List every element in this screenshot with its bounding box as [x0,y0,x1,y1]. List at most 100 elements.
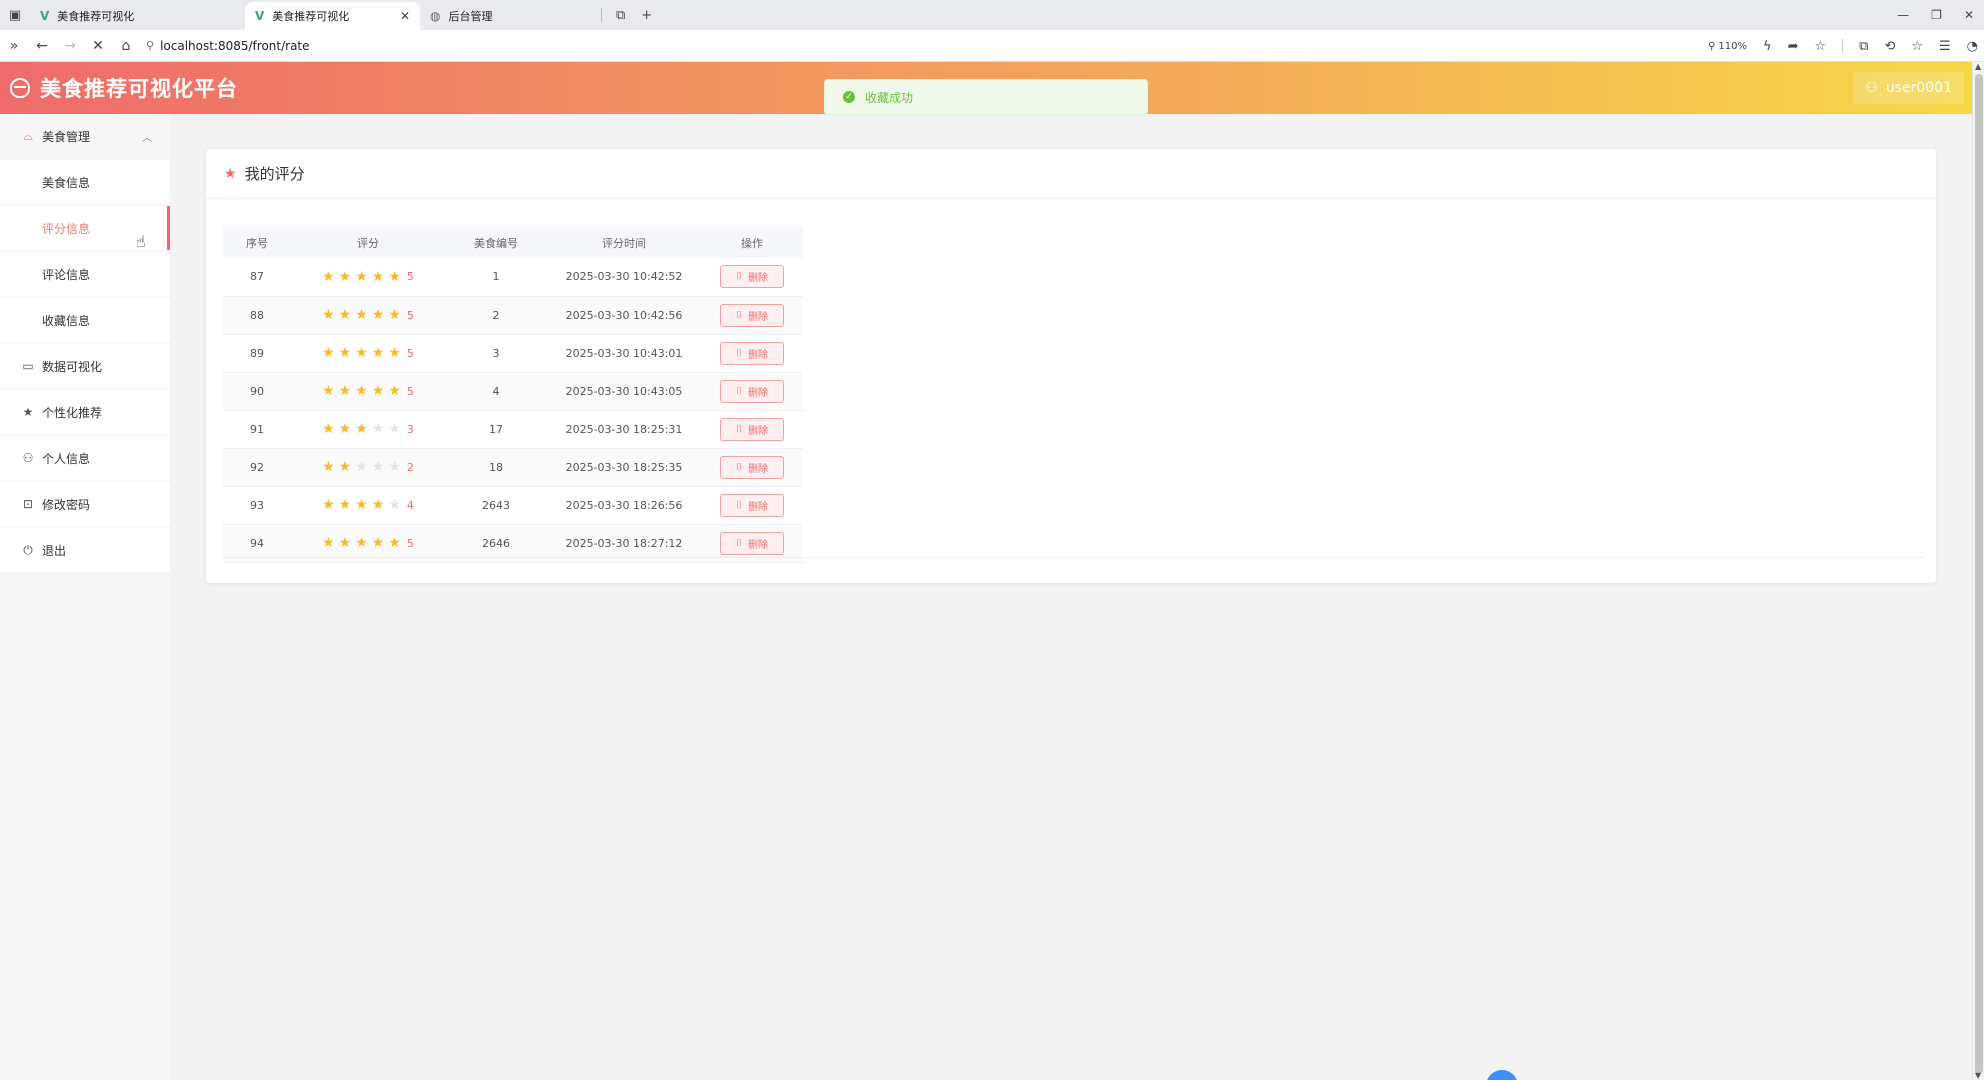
star-rating[interactable]: ★ ★ ★ ★ ★ 5 [322,535,414,551]
browser-tab[interactable]: ◍ 后台管理 [420,2,595,30]
rating-star-icon[interactable]: ★ [372,497,385,513]
tab-overview-icon[interactable]: ⧉ [616,8,625,23]
profile-icon[interactable]: ◔ [1967,39,1978,54]
bookmark-star-icon[interactable]: ☆ [1814,39,1826,54]
rating-star-icon[interactable]: ★ [372,383,385,399]
delete-button[interactable]: ⌷ 删除 [720,341,784,365]
rating-star-icon[interactable]: ★ [388,307,401,323]
delete-button[interactable]: ⌷ 删除 [720,531,784,555]
minimize-icon[interactable]: — [1897,8,1909,22]
sidebar-item-logout[interactable]: ⏻ 退出 [0,528,170,572]
forward-icon[interactable]: → [56,38,84,54]
rating-star-icon[interactable]: ★ [372,269,385,285]
rating-star-icon[interactable]: ★ [372,459,385,475]
scroll-up-icon[interactable]: ▲ [1975,62,1981,71]
extensions-icon[interactable]: ⟲ [1884,39,1895,54]
rating-star-icon[interactable]: ★ [322,421,335,437]
scrollbar-thumb[interactable] [1975,74,1983,1074]
site-info-icon[interactable]: ⚲ [146,39,154,52]
delete-button[interactable]: ⌷ 删除 [720,455,784,479]
rating-star-icon[interactable]: ★ [388,497,401,513]
floating-action-button[interactable] [1486,1070,1518,1080]
delete-button[interactable]: ⌷ 删除 [720,417,784,441]
brand[interactable]: 美食推荐可视化平台 [10,73,238,103]
rating-star-icon[interactable]: ★ [322,497,335,513]
browser-tab-active[interactable]: V 美食推荐可视化 ✕ [245,2,420,30]
rating-star-icon[interactable]: ★ [339,345,352,361]
menu-icon[interactable]: ☰ [1939,39,1951,54]
rating-star-icon[interactable]: ★ [322,345,335,361]
rating-star-icon[interactable]: ★ [355,307,368,323]
rating-star-icon[interactable]: ★ [388,345,401,361]
scroll-down-icon[interactable]: ▼ [1975,1071,1981,1080]
sidebar-item-data-visualization[interactable]: ▭ 数据可视化 [0,344,170,388]
rating-star-icon[interactable]: ★ [355,497,368,513]
rating-star-icon[interactable]: ★ [388,421,401,437]
star-rating[interactable]: ★ ★ ★ ★ ★ 3 [322,421,414,437]
rating-star-icon[interactable]: ★ [322,459,335,475]
translate-icon[interactable]: ⧉ [1859,39,1868,54]
back-icon[interactable]: ← [28,38,56,54]
url-text[interactable]: localhost:8085/front/rate [160,39,309,53]
window-close-icon[interactable]: ✕ [1964,8,1974,22]
sidebar-item-profile[interactable]: ⚇ 个人信息 [0,436,170,480]
vertical-scrollbar[interactable]: ▲ ▼ [1972,62,1984,1080]
star-rating[interactable]: ★ ★ ★ ★ ★ 4 [322,497,414,513]
rating-star-icon[interactable]: ★ [388,459,401,475]
star-rating[interactable]: ★ ★ ★ ★ ★ 5 [322,307,414,323]
stop-icon[interactable]: ✕ [84,38,112,54]
rating-star-icon[interactable]: ★ [388,269,401,285]
rating-star-icon[interactable]: ★ [339,383,352,399]
sidebar-item-recommendation[interactable]: ★ 个性化推荐 [0,390,170,434]
star-rating[interactable]: ★ ★ ★ ★ ★ 5 [322,269,414,285]
delete-button[interactable]: ⌷ 删除 [720,303,784,327]
share-icon[interactable]: ➦ [1788,39,1799,54]
rating-star-icon[interactable]: ★ [372,421,385,437]
rating-star-icon[interactable]: ★ [339,421,352,437]
user-menu[interactable]: ⚇ user0001 [1853,72,1964,104]
delete-button[interactable]: ⌷ 删除 [720,493,784,517]
rating-star-icon[interactable]: ★ [355,269,368,285]
rating-star-icon[interactable]: ★ [355,421,368,437]
rating-star-icon[interactable]: ★ [339,459,352,475]
rating-star-icon[interactable]: ★ [372,535,385,551]
rating-star-icon[interactable]: ★ [339,269,352,285]
rating-star-icon[interactable]: ★ [388,535,401,551]
close-icon[interactable]: ✕ [400,9,410,23]
rating-star-icon[interactable]: ★ [322,307,335,323]
sidebar-item-favorite-info[interactable]: 收藏信息 [0,298,170,342]
delete-button[interactable]: ⌷ 删除 [720,379,784,403]
sidebar-item-food-info[interactable]: 美食信息 [0,160,170,204]
cell-time: 2025-03-30 18:26:56 [547,486,701,525]
star-rating[interactable]: ★ ★ ★ ★ ★ 5 [322,345,414,361]
expand-icon[interactable]: » [0,38,28,54]
rating-star-icon[interactable]: ★ [322,535,335,551]
rating-star-icon[interactable]: ★ [355,535,368,551]
sidebar-item-comment-info[interactable]: 评论信息 [0,252,170,296]
rating-star-icon[interactable]: ★ [322,383,335,399]
rating-star-icon[interactable]: ★ [339,497,352,513]
sidebar-toggle-icon[interactable]: ▣ [0,0,30,30]
browser-tab[interactable]: V 美食推荐可视化 [30,2,230,30]
rating-star-icon[interactable]: ★ [372,345,385,361]
new-tab-icon[interactable]: + [641,8,652,23]
rating-star-icon[interactable]: ★ [322,269,335,285]
zoom-indicator[interactable]: ⚲ 110% [1708,41,1747,52]
lightning-icon[interactable]: ϟ [1763,39,1772,54]
restore-icon[interactable]: ❐ [1931,8,1942,22]
rating-star-icon[interactable]: ★ [339,535,352,551]
home-icon[interactable]: ⌂ [112,38,140,54]
rating-star-icon[interactable]: ★ [388,383,401,399]
delete-button[interactable]: ⌷ 删除 [720,265,784,289]
rating-star-icon[interactable]: ★ [355,459,368,475]
favorites-icon[interactable]: ☆ [1911,39,1923,54]
rating-star-icon[interactable]: ★ [355,345,368,361]
rating-star-icon[interactable]: ★ [372,307,385,323]
rating-star-icon[interactable]: ★ [355,383,368,399]
sidebar-item-change-password[interactable]: ⊡ 修改密码 [0,482,170,526]
menu-group-food-management[interactable]: ⌓ 美食管理 ︿ [0,114,170,158]
star-rating[interactable]: ★ ★ ★ ★ ★ 2 [322,459,414,475]
star-rating[interactable]: ★ ★ ★ ★ ★ 5 [322,383,414,399]
url-field[interactable]: ⚲ localhost:8085/front/rate [146,39,310,53]
rating-star-icon[interactable]: ★ [339,307,352,323]
